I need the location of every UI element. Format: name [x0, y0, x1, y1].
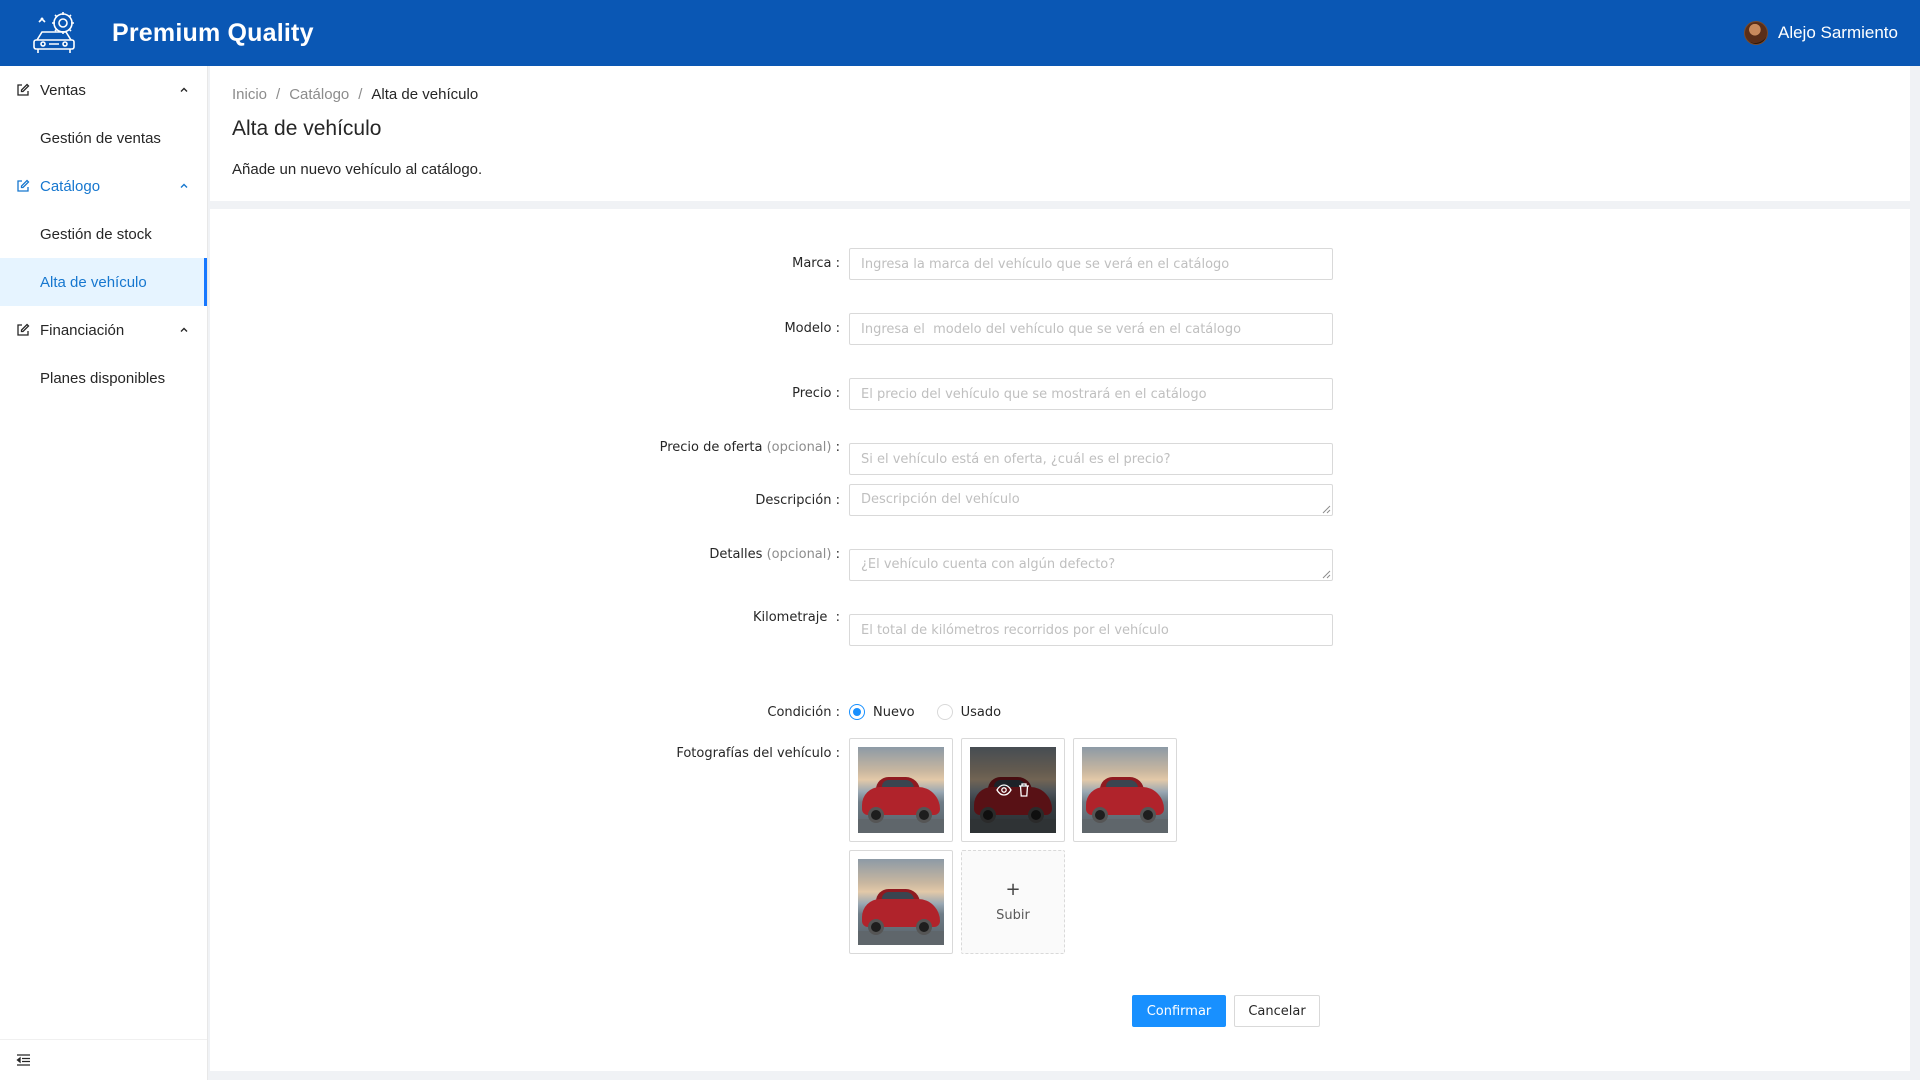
car-photo — [1082, 747, 1168, 833]
menu-group-label: Ventas — [40, 81, 86, 99]
page-title: Alta de vehículo — [232, 117, 382, 140]
sidebar-item-gestion-stock[interactable]: Gestión de stock — [0, 210, 207, 258]
sidebar-item-label: Gestión de stock — [40, 225, 152, 243]
page-header: Inicio / Catálogo / Alta de vehículo Alt… — [210, 66, 1910, 201]
sidebar-item-gestion-ventas[interactable]: Gestión de ventas — [0, 114, 207, 162]
photo-thumbnail[interactable] — [1073, 738, 1177, 842]
car-gear-logo-icon[interactable] — [28, 8, 84, 58]
sidebar-item-label: Gestión de ventas — [40, 129, 161, 147]
menu-group-ventas[interactable]: Ventas — [0, 66, 207, 114]
photo-thumbnail[interactable] — [849, 738, 953, 842]
car-photo — [858, 859, 944, 945]
breadcrumb: Inicio / Catálogo / Alta de vehículo — [232, 86, 1910, 103]
breadcrumb-item[interactable]: Catálogo — [289, 86, 349, 103]
delete-icon[interactable] — [1018, 783, 1030, 797]
page-description: Añade un nuevo vehículo al catálogo. — [232, 161, 483, 178]
breadcrumb-current: Alta de vehículo — [371, 86, 479, 103]
eye-icon[interactable] — [996, 784, 1012, 796]
edit-icon — [17, 83, 30, 96]
modelo-label: Modelo : — [784, 321, 840, 336]
precio-oferta-label: Precio de oferta (opcional) : — [659, 440, 840, 455]
precio-label: Precio : — [792, 386, 840, 401]
edit-icon — [17, 323, 30, 336]
kilometraje-label: Kilometraje : — [752, 610, 840, 625]
radio-label[interactable]: Nuevo — [873, 705, 915, 720]
radio-nuevo[interactable]: Nuevo — [849, 704, 915, 720]
modelo-input[interactable] — [849, 313, 1333, 345]
detalles-label: Detalles (opcional) : — [709, 547, 840, 562]
app-title: Premium Quality — [112, 18, 314, 47]
user-menu[interactable]: Alejo Sarmiento — [1743, 0, 1898, 66]
chevron-up-icon — [180, 183, 188, 188]
photo-actions — [970, 747, 1056, 833]
menu-group-catalogo[interactable]: Catálogo — [0, 162, 207, 210]
condicion-radio-group: Nuevo Usado — [849, 704, 1023, 720]
avatar[interactable] — [1743, 21, 1768, 45]
precio-oferta-input[interactable] — [849, 443, 1333, 475]
confirm-button[interactable]: Confirmar — [1132, 995, 1226, 1027]
sidebar: Ventas Gestión de ventas Catálogo Gestió… — [0, 66, 208, 1080]
precio-input[interactable] — [849, 378, 1333, 410]
sidebar-item-label: Planes disponibles — [40, 369, 166, 387]
radio-button[interactable] — [936, 704, 953, 720]
menu-group-financiacion[interactable]: Financiación — [0, 306, 207, 354]
car-photo — [858, 747, 944, 833]
chevron-up-icon — [180, 87, 188, 92]
edit-icon — [17, 179, 30, 192]
photo-thumbnail[interactable] — [961, 738, 1065, 842]
sidebar-item-alta-vehiculo[interactable]: Alta de vehículo — [0, 258, 207, 306]
user-name[interactable]: Alejo Sarmiento — [1778, 23, 1898, 43]
menu-group-label: Catálogo — [40, 177, 101, 195]
marca-label: Marca : — [792, 256, 840, 271]
top-header: Premium Quality Alejo Sarmiento — [0, 0, 1920, 66]
radio-usado[interactable]: Usado — [936, 704, 1001, 720]
breadcrumb-separator: / — [358, 86, 363, 103]
radio-button[interactable] — [849, 704, 865, 720]
plus-icon: + — [1005, 879, 1021, 900]
radio-label[interactable]: Usado — [961, 705, 1001, 720]
menu-group-label: Financiación — [40, 321, 125, 339]
form-card: Marca : Modelo : Precio : Precio de ofer… — [210, 209, 1910, 1071]
menu-fold-icon[interactable] — [16, 1053, 31, 1067]
sidebar-item-label: Alta de vehículo — [40, 273, 147, 291]
descripcion-label: Descripción : — [755, 493, 840, 508]
descripcion-textarea[interactable] — [849, 484, 1333, 516]
breadcrumb-item[interactable]: Inicio — [232, 86, 267, 103]
upload-button[interactable]: + Subir — [961, 850, 1065, 954]
chevron-up-icon — [180, 327, 188, 332]
photo-thumbnail[interactable] — [849, 850, 953, 954]
detalles-textarea[interactable] — [849, 549, 1333, 581]
fotos-label: Fotografías del vehículo : — [676, 746, 840, 761]
cancel-button[interactable]: Cancelar — [1234, 995, 1320, 1027]
marca-input[interactable] — [849, 248, 1333, 280]
condicion-label: Condición : — [767, 705, 840, 720]
upload-label: Subir — [996, 908, 1030, 923]
sidebar-collapse[interactable] — [0, 1039, 207, 1080]
kilometraje-input[interactable] — [849, 614, 1333, 646]
breadcrumb-separator: / — [276, 86, 281, 103]
sidebar-item-planes-disponibles[interactable]: Planes disponibles — [0, 354, 207, 402]
